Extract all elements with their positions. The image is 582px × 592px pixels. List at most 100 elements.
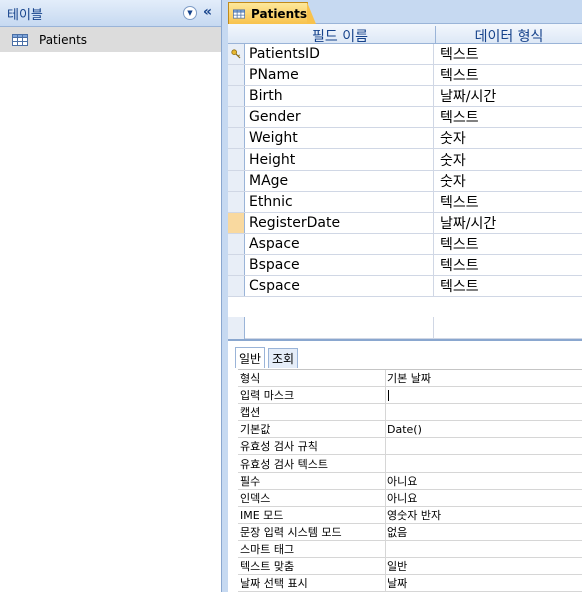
row-selector[interactable]: [228, 233, 245, 254]
property-label: 기본값: [240, 421, 386, 438]
property-value-input[interactable]: 영숫자 반자: [387, 507, 441, 523]
field-name-cell[interactable]: Weight: [249, 128, 434, 149]
data-type-cell[interactable]: 텍스트: [440, 234, 479, 254]
property-label: 캡션: [240, 404, 386, 421]
property-label: 문장 입력 시스템 모드: [240, 523, 386, 540]
property-label: 유효성 검사 규칙: [240, 438, 386, 455]
property-row[interactable]: 스마트 태그: [238, 540, 582, 559]
property-row[interactable]: 텍스트 맞춤 일반: [238, 558, 582, 576]
field-properties-tabs: 일반 조회: [228, 341, 582, 369]
table-row[interactable]: Height 숫자: [228, 149, 582, 171]
property-label: 텍스트 맞춤: [240, 558, 386, 575]
field-name-cell[interactable]: Birth: [249, 86, 434, 107]
property-value-input[interactable]: 아니요: [387, 473, 417, 489]
table-row[interactable]: Gender 텍스트: [228, 107, 582, 129]
property-row[interactable]: 형식 기본 날짜: [238, 370, 582, 388]
data-type-cell[interactable]: 날짜/시간: [440, 86, 496, 106]
data-type-cell[interactable]: 텍스트: [440, 65, 479, 85]
field-name-cell[interactable]: Height: [249, 149, 434, 170]
field-name-cell[interactable]: [249, 317, 434, 338]
data-type-cell[interactable]: 텍스트: [440, 276, 479, 296]
navigation-pane-header[interactable]: 테이블 ▼ «: [0, 0, 221, 27]
field-name-cell[interactable]: RegisterDate: [249, 212, 434, 233]
field-name-cell[interactable]: Ethnic: [249, 191, 434, 212]
table-row[interactable]: Bspace 텍스트: [228, 254, 582, 277]
table-icon: [233, 8, 246, 19]
property-row[interactable]: 유효성 검사 텍스트: [238, 455, 582, 473]
row-selector[interactable]: [228, 65, 245, 86]
data-type-cell[interactable]: 숫자: [440, 171, 466, 191]
row-selector[interactable]: [228, 191, 245, 212]
row-selector[interactable]: [228, 44, 245, 65]
field-name-cell[interactable]: Gender: [249, 107, 434, 128]
property-value-input[interactable]: Date(): [387, 421, 422, 437]
row-selector[interactable]: [228, 128, 245, 149]
field-name-cell[interactable]: Aspace: [249, 233, 434, 254]
table-icon: [12, 33, 28, 46]
table-row[interactable]: Ethnic 텍스트: [228, 191, 582, 213]
property-row[interactable]: 문장 입력 시스템 모드 없음: [238, 523, 582, 541]
property-value-input[interactable]: 날짜: [387, 575, 407, 591]
field-grid: 필드 이름 데이터 형식 PatientsID 텍스트 PName 텍스트 Birth 날…: [228, 24, 582, 298]
text-caret: [388, 390, 389, 402]
nav-item-patients[interactable]: Patients: [0, 27, 221, 52]
table-row[interactable]: MAge 숫자: [228, 170, 582, 192]
row-selector[interactable]: [228, 170, 245, 191]
field-properties-list: 형식 기본 날짜 입력 마스크 캡션 기본값 Date() 유효성 검사 규칙 유효성 검사 …: [238, 369, 582, 592]
table-row[interactable]: Weight 숫자: [228, 128, 582, 150]
property-row[interactable]: 유효성 검사 규칙: [238, 438, 582, 456]
property-label: IME 모드: [240, 506, 386, 523]
property-row[interactable]: 날짜 선택 표시 날짜: [238, 575, 582, 592]
table-row[interactable]: PatientsID 텍스트: [228, 44, 582, 66]
data-type-cell[interactable]: 텍스트: [440, 192, 479, 212]
row-selector[interactable]: [228, 149, 245, 170]
column-header-data-type[interactable]: 데이터 형식: [436, 26, 582, 46]
property-row[interactable]: 필수 아니요: [238, 472, 582, 490]
property-value-input[interactable]: 기본 날짜: [387, 370, 431, 386]
row-selector[interactable]: [228, 276, 245, 297]
document-tab-label: Patients: [251, 6, 307, 21]
row-selector[interactable]: [228, 254, 245, 276]
document-tab-strip: Patients: [228, 0, 582, 24]
property-label: 입력 마스크: [240, 387, 386, 404]
property-value-input[interactable]: 일반: [387, 558, 407, 574]
property-value-input[interactable]: 아니요: [387, 490, 417, 506]
data-type-cell[interactable]: 텍스트: [440, 107, 479, 127]
field-name-cell[interactable]: PatientsID: [249, 44, 434, 65]
table-row[interactable]: Cspace 텍스트: [228, 276, 582, 298]
row-selector[interactable]: [228, 86, 245, 107]
column-header-field-name[interactable]: 필드 이름: [245, 26, 436, 45]
data-type-cell[interactable]: 날짜/시간: [440, 213, 496, 233]
data-type-cell[interactable]: 숫자: [440, 128, 466, 148]
field-name-cell[interactable]: Bspace: [249, 254, 434, 276]
collapse-pane-icon[interactable]: «: [203, 4, 212, 20]
property-label: 스마트 태그: [240, 540, 386, 558]
table-row[interactable]: Aspace 텍스트: [228, 233, 582, 255]
data-type-cell[interactable]: 텍스트: [440, 44, 479, 64]
property-value-input[interactable]: 없음: [387, 524, 407, 540]
property-row[interactable]: 입력 마스크: [238, 387, 582, 405]
property-row[interactable]: 캡션: [238, 404, 582, 422]
table-row[interactable]: PName 텍스트: [228, 65, 582, 87]
property-label: 필수: [240, 472, 386, 489]
table-row-new[interactable]: [228, 317, 582, 339]
field-name-cell[interactable]: PName: [249, 65, 434, 86]
field-name-cell[interactable]: MAge: [249, 170, 434, 191]
table-row[interactable]: Birth 날짜/시간: [228, 86, 582, 108]
property-row[interactable]: 기본값 Date(): [238, 421, 582, 439]
field-name-cell[interactable]: Cspace: [249, 276, 434, 297]
row-selector[interactable]: [228, 107, 245, 128]
chevron-down-icon[interactable]: ▼: [183, 6, 197, 20]
row-selector[interactable]: [228, 317, 245, 339]
field-grid-header: 필드 이름 데이터 형식: [228, 24, 582, 46]
document-tab-patients[interactable]: Patients: [228, 2, 316, 24]
data-type-cell[interactable]: 텍스트: [440, 255, 479, 275]
tab-general[interactable]: 일반: [235, 347, 266, 368]
row-selector[interactable]: [228, 212, 245, 233]
data-type-cell[interactable]: 숫자: [440, 149, 466, 169]
table-row[interactable]: RegisterDate 날짜/시간: [228, 212, 582, 234]
property-row[interactable]: IME 모드 영숫자 반자: [238, 506, 582, 524]
property-row[interactable]: 인덱스 아니요: [238, 489, 582, 507]
tab-lookup[interactable]: 조회: [268, 348, 299, 368]
primary-key-icon: [231, 49, 241, 59]
